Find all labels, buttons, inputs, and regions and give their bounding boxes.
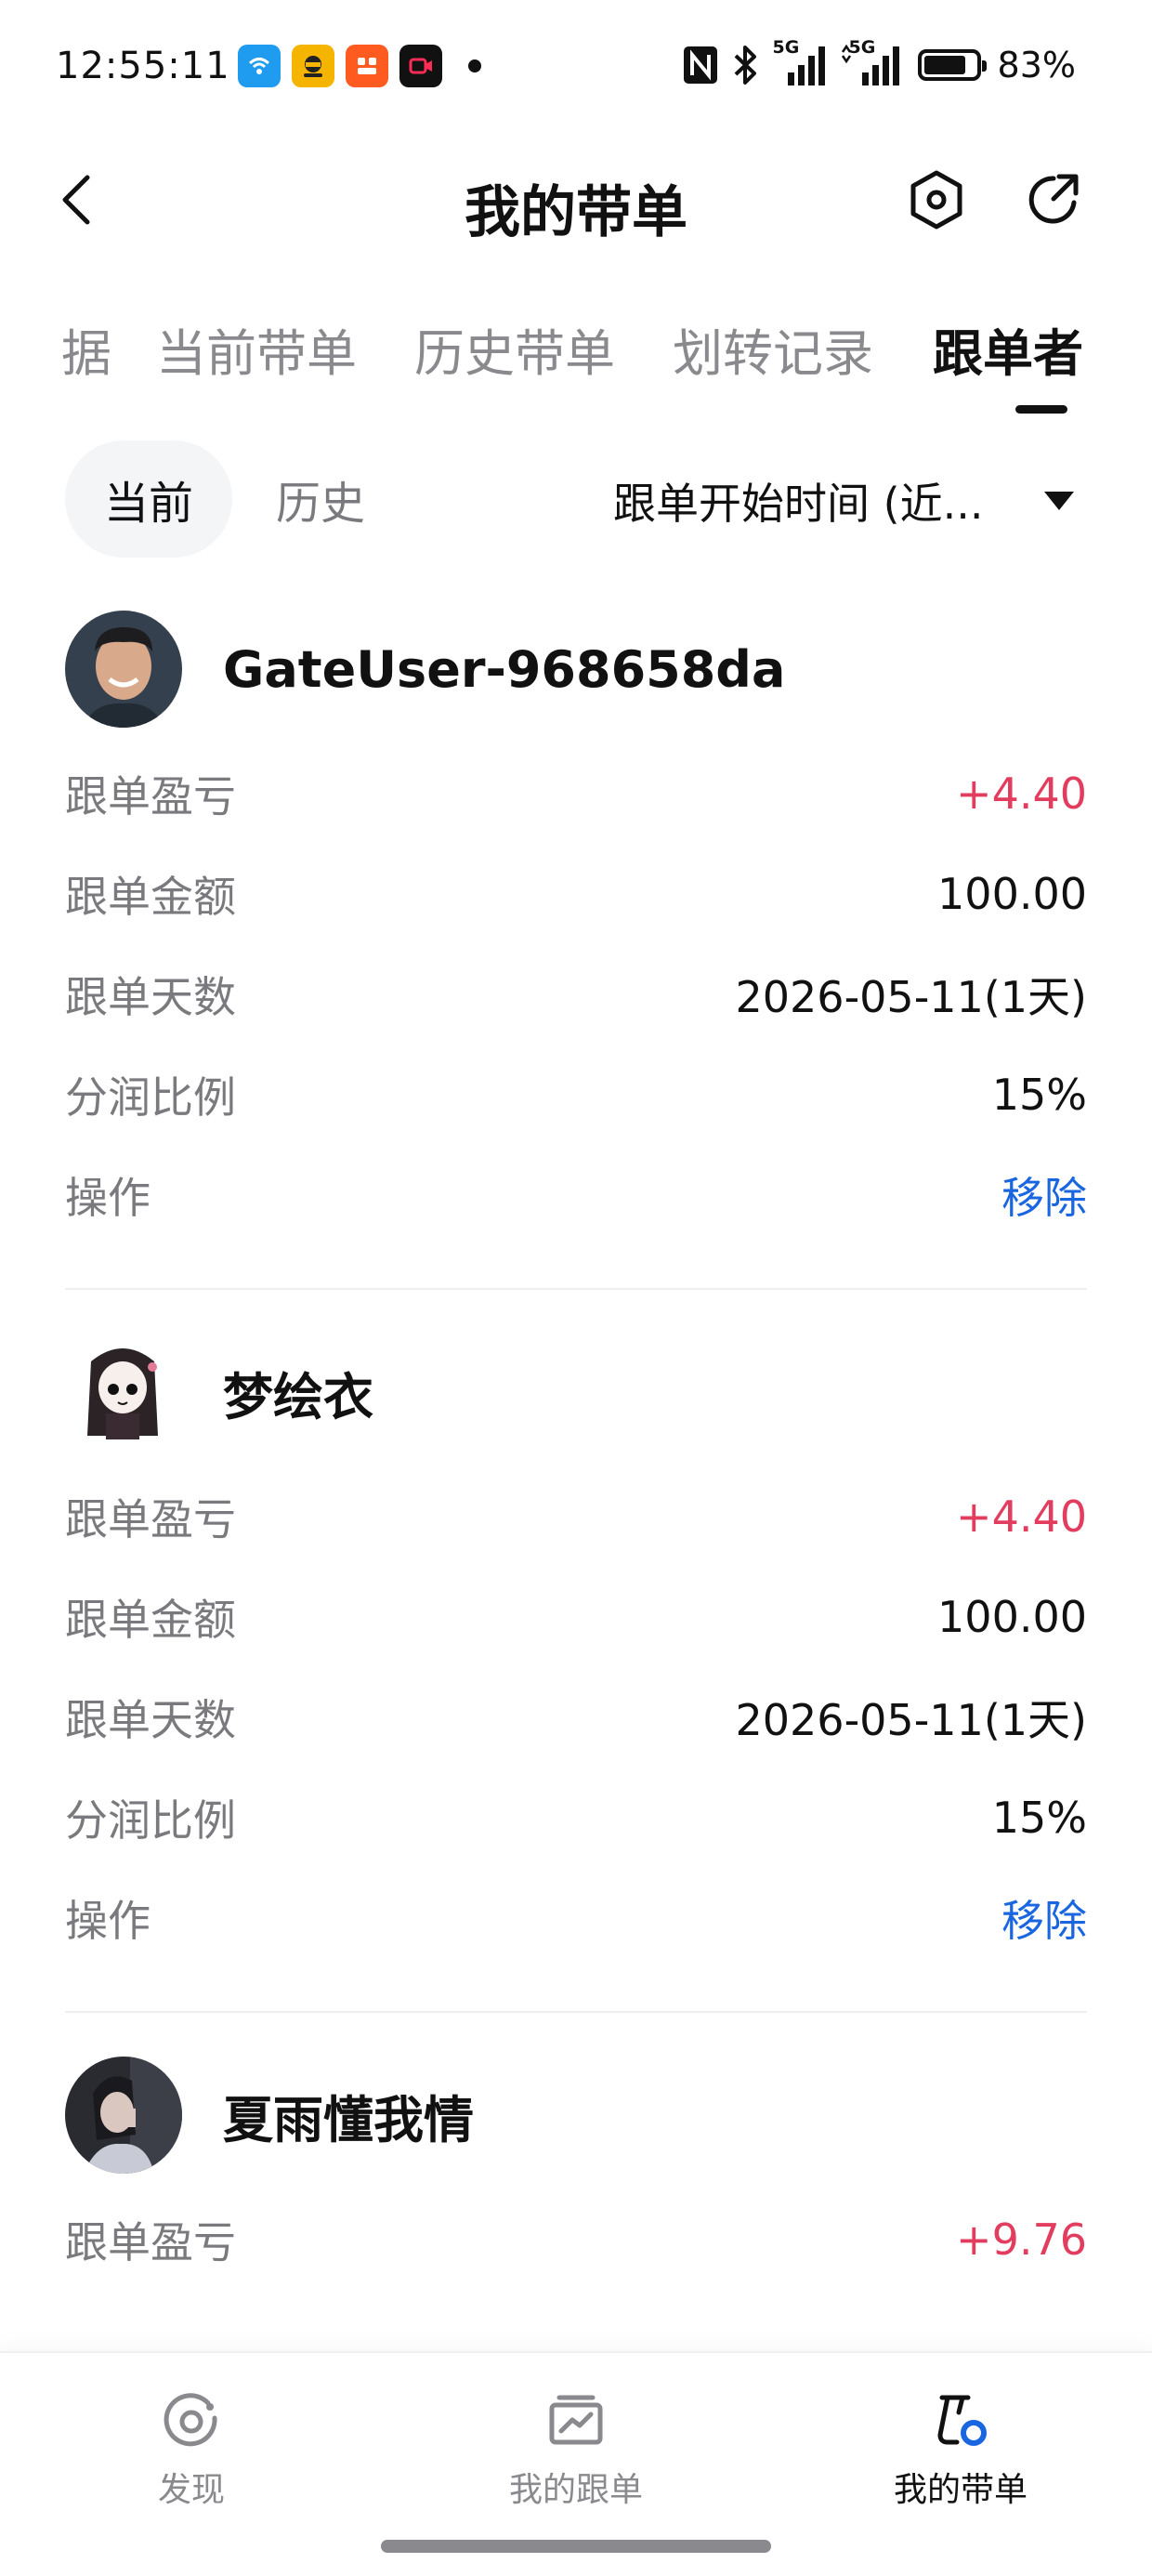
row-label: 跟单天数 bbox=[65, 1695, 236, 1745]
row-pnl: 跟单盈亏 +4.40 bbox=[65, 743, 1087, 844]
pnl-value: +9.76 bbox=[956, 2215, 1087, 2265]
network-type-label-2: 5G bbox=[848, 37, 876, 58]
avatar[interactable] bbox=[65, 2057, 182, 2174]
video-app-icon bbox=[399, 45, 442, 87]
filter-bar: 当前 历史 跟单开始时间 (近... bbox=[0, 437, 1152, 558]
row-pnl: 跟单盈亏 +4.40 bbox=[65, 1466, 1087, 1567]
sort-dropdown[interactable]: 跟单开始时间 (近... bbox=[613, 470, 1074, 532]
my-copy-trades-icon bbox=[549, 2395, 603, 2445]
tab-history-leads[interactable]: 历史带单 bbox=[414, 312, 615, 386]
row-amount: 跟单金额 100.00 bbox=[65, 844, 1087, 944]
follower-name: GateUser-968658da bbox=[223, 639, 786, 699]
follower-list: GateUser-968658da 跟单盈亏 +4.40 跟单金额 100.00… bbox=[65, 595, 1087, 2290]
battery-icon bbox=[917, 49, 987, 81]
row-label: 操作 bbox=[65, 1896, 151, 1946]
battery-level bbox=[923, 56, 966, 74]
row-label: 跟单盈亏 bbox=[65, 2217, 236, 2267]
settings-button[interactable] bbox=[904, 167, 969, 232]
tab-data[interactable]: 据 bbox=[61, 312, 111, 386]
discover-icon bbox=[164, 2393, 217, 2447]
segment-history[interactable]: 历史 bbox=[251, 440, 390, 558]
shopping-app-icon bbox=[346, 45, 388, 87]
pnl-value: +4.40 bbox=[956, 1492, 1087, 1542]
nfc-icon bbox=[683, 46, 717, 84]
amount-value: 100.00 bbox=[937, 869, 1087, 919]
status-time: 12:55:11 bbox=[56, 45, 230, 87]
follower-header: GateUser-968658da bbox=[65, 595, 1087, 743]
row-label: 跟单金额 bbox=[65, 1595, 236, 1645]
nav-label: 我的带单 bbox=[893, 2471, 1028, 2509]
status-app-icons bbox=[238, 45, 481, 87]
status-indicators: 5G 5G 83% bbox=[682, 37, 1076, 87]
share-arrow-icon bbox=[1028, 174, 1079, 224]
remove-button[interactable]: 移除 bbox=[1001, 1164, 1087, 1226]
home-indicator[interactable] bbox=[381, 2540, 771, 2553]
row-profit-share: 分润比例 15% bbox=[65, 1768, 1087, 1868]
battery-percent: 83% bbox=[997, 45, 1076, 85]
nav-label: 发现 bbox=[157, 2471, 225, 2509]
nav-my-lead-trades[interactable]: 我的带单 bbox=[821, 2390, 1100, 2511]
active-tab-indicator bbox=[1015, 405, 1067, 414]
follower-card: 梦绘衣 跟单盈亏 +4.40 跟单金额 100.00 跟单天数 2026-05-… bbox=[65, 1288, 1087, 2011]
status-bar: 12:55:11 5G 5G 83% bbox=[0, 0, 1152, 139]
row-label: 跟单天数 bbox=[65, 972, 236, 1022]
wifi-calling-app-icon bbox=[238, 45, 281, 87]
row-label: 跟单盈亏 bbox=[65, 1494, 236, 1544]
row-pnl: 跟单盈亏 +9.76 bbox=[65, 2189, 1087, 2290]
row-profit-share: 分润比例 15% bbox=[65, 1045, 1087, 1145]
sort-dropdown-label: 跟单开始时间 (近... bbox=[613, 479, 984, 529]
signal-icon-2: 5G bbox=[840, 37, 905, 87]
row-action: 操作 移除 bbox=[65, 1145, 1087, 1245]
tab-followers[interactable]: 跟单者 bbox=[933, 312, 1083, 386]
top-bar: 我的带单 bbox=[0, 139, 1152, 260]
tab-current-leads[interactable]: 当前带单 bbox=[156, 312, 357, 386]
row-amount: 跟单金额 100.00 bbox=[65, 1567, 1087, 1667]
segment-current[interactable]: 当前 bbox=[65, 440, 232, 558]
row-days: 跟单天数 2026-05-11(1天) bbox=[65, 1667, 1087, 1768]
signal-icon: 5G bbox=[771, 37, 827, 87]
nav-label: 我的跟单 bbox=[508, 2471, 643, 2509]
notification-dot-icon bbox=[468, 59, 481, 72]
remove-button[interactable]: 移除 bbox=[1001, 1887, 1087, 1949]
days-value: 2026-05-11(1天) bbox=[735, 972, 1088, 1022]
follower-name: 夏雨懂我情 bbox=[223, 2090, 474, 2149]
share-button[interactable] bbox=[1020, 167, 1085, 232]
my-lead-trades-icon bbox=[937, 2395, 987, 2446]
avatar[interactable] bbox=[65, 611, 182, 728]
follower-card: 夏雨懂我情 跟单盈亏 +9.76 bbox=[65, 2011, 1087, 2290]
avatar[interactable] bbox=[65, 1334, 182, 1451]
row-label: 跟单盈亏 bbox=[65, 771, 236, 821]
row-label: 操作 bbox=[65, 1173, 151, 1223]
nav-my-copy-trades[interactable]: 我的跟单 bbox=[437, 2390, 715, 2511]
network-type-label: 5G bbox=[772, 37, 800, 58]
profit-share-value: 15% bbox=[991, 1070, 1087, 1120]
row-label: 跟单金额 bbox=[65, 872, 236, 922]
follower-header: 夏雨懂我情 bbox=[65, 2041, 1087, 2189]
bluetooth-icon bbox=[734, 46, 756, 85]
hexagon-settings-icon bbox=[910, 170, 962, 230]
row-label: 分润比例 bbox=[65, 1072, 236, 1123]
page-title: 我的带单 bbox=[465, 180, 687, 245]
taxi-app-icon bbox=[292, 45, 334, 87]
amount-value: 100.00 bbox=[937, 1592, 1087, 1642]
days-value: 2026-05-11(1天) bbox=[735, 1695, 1088, 1745]
follower-name: 梦绘衣 bbox=[223, 1367, 373, 1426]
caret-down-icon bbox=[1044, 492, 1074, 510]
tab-bar: 据 当前带单 历史带单 划转记录 跟单者 bbox=[0, 279, 1152, 418]
profit-share-value: 15% bbox=[991, 1793, 1087, 1843]
row-action: 操作 移除 bbox=[65, 1868, 1087, 1968]
pnl-value: +4.40 bbox=[956, 769, 1087, 819]
follower-card: GateUser-968658da 跟单盈亏 +4.40 跟单金额 100.00… bbox=[65, 595, 1087, 1288]
row-label: 分润比例 bbox=[65, 1795, 236, 1846]
tab-transfer-records[interactable]: 划转记录 bbox=[673, 312, 873, 386]
follower-header: 梦绘衣 bbox=[65, 1318, 1087, 1466]
row-days: 跟单天数 2026-05-11(1天) bbox=[65, 944, 1087, 1045]
nav-discover[interactable]: 发现 bbox=[52, 2390, 331, 2511]
